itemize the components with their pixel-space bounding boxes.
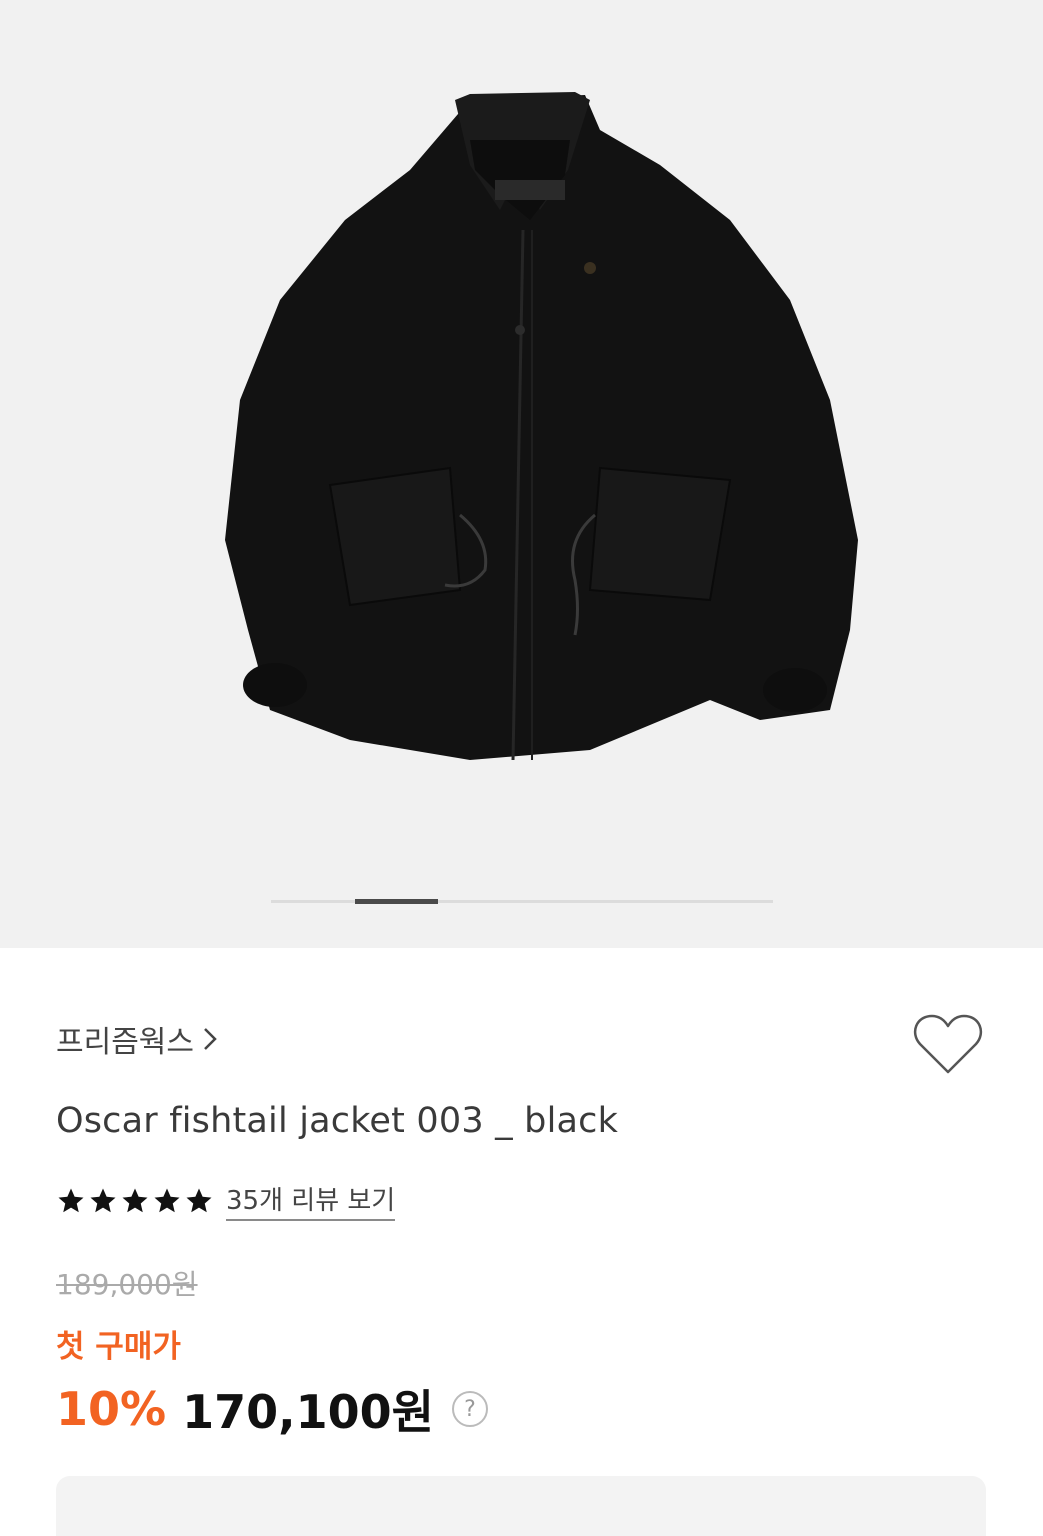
rating-row: 35개 리뷰 보기 bbox=[56, 1180, 396, 1221]
first-purchase-label: 첫 구매가 bbox=[56, 1329, 181, 1365]
star-icon bbox=[186, 1188, 212, 1212]
star-icon bbox=[90, 1188, 116, 1212]
chevron-right-icon bbox=[204, 1028, 217, 1050]
discount-rate: 10% bbox=[56, 1382, 167, 1436]
slide-indicator bbox=[271, 899, 773, 904]
original-price: 189,000원 bbox=[56, 1268, 198, 1301]
next-section-card bbox=[56, 1476, 986, 1536]
product-image-gallery[interactable] bbox=[0, 0, 1043, 948]
product-info: 프리즘웍스 Oscar fishtail jacket 003 _ black … bbox=[0, 948, 1043, 1536]
price-row: 10% 170,100원 ? bbox=[56, 1376, 488, 1442]
brand-link[interactable]: 프리즘웍스 bbox=[56, 1017, 218, 1061]
question-circle-icon[interactable]: ? bbox=[451, 1391, 488, 1427]
product-title: Oscar fishtail jacket 003 _ black bbox=[56, 1101, 619, 1141]
heart-outline-icon[interactable] bbox=[912, 1012, 984, 1076]
rating-stars bbox=[56, 1186, 214, 1216]
product-photo[interactable] bbox=[170, 70, 890, 790]
slide-indicator-active bbox=[354, 899, 439, 904]
star-icon bbox=[154, 1188, 180, 1212]
brand-name: 프리즘웍스 bbox=[56, 1025, 194, 1060]
star-icon bbox=[58, 1188, 84, 1212]
star-icon bbox=[122, 1188, 148, 1212]
sale-price: 170,100원 bbox=[182, 1385, 434, 1439]
review-link[interactable]: 35개 리뷰 보기 bbox=[226, 1180, 396, 1221]
